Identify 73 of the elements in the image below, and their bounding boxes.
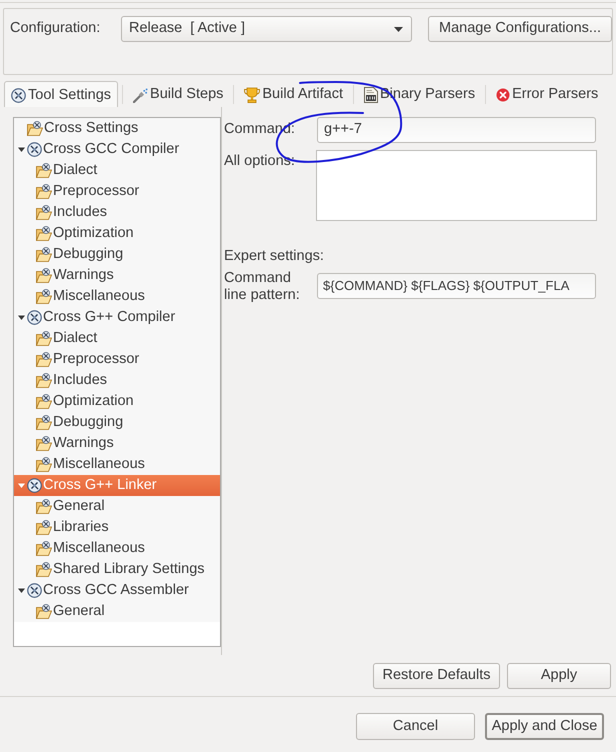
tree-item[interactable]: General (14, 601, 220, 622)
dialog-button[interactable]: Cancel (356, 713, 475, 740)
tree-item[interactable]: Debugging (14, 244, 220, 265)
tree-item[interactable]: Optimization (14, 391, 220, 412)
crossed-tools-icon (11, 88, 26, 103)
tree-item[interactable]: Cross G++ Compiler (14, 307, 220, 328)
tree-item[interactable]: Warnings (14, 433, 220, 454)
folder-icon (36, 184, 52, 199)
tab[interactable]: Tool Settings (4, 81, 118, 107)
folder-icon (36, 436, 52, 451)
all-options-field[interactable] (316, 150, 597, 221)
tree-item[interactable]: Miscellaneous (14, 538, 220, 559)
tree-item[interactable]: Optimization (14, 223, 220, 244)
manage-configurations-button[interactable]: Manage Configurations... (428, 16, 612, 42)
folder-icon (36, 604, 52, 619)
tree-item[interactable]: Shared Library Settings (14, 559, 220, 580)
command-line-pattern-label: Command line pattern: (224, 270, 301, 304)
folder-icon (27, 121, 43, 136)
tree-item[interactable]: Preprocessor (14, 349, 220, 370)
folder-icon (36, 499, 52, 514)
configuration-dropdown[interactable]: Release [ Active ] (121, 16, 412, 42)
all-options-label: All options: (224, 152, 296, 171)
tree-item[interactable]: Preprocessor (14, 181, 220, 202)
binary-document-icon (364, 87, 378, 103)
crossed-tools-icon (27, 142, 42, 157)
folder-icon (36, 415, 52, 430)
dialog-button[interactable]: Restore Defaults (373, 663, 500, 689)
tree-item[interactable]: Miscellaneous (14, 286, 220, 307)
tab[interactable]: Build Artifact (238, 81, 349, 107)
configuration-label: Configuration: (10, 19, 102, 38)
command-line-pattern-field[interactable]: ${COMMAND} ${FLAGS} ${OUTPUT_FLA (317, 273, 596, 299)
folder-icon (36, 394, 52, 409)
tree-item[interactable]: Debugging (14, 412, 220, 433)
folder-icon (36, 205, 52, 220)
folder-icon (36, 247, 52, 262)
folder-icon (36, 562, 52, 577)
folder-icon (36, 520, 52, 535)
expand-triangle-icon[interactable] (18, 146, 25, 153)
trophy-icon (244, 87, 260, 103)
expert-settings-heading: Expert settings: (224, 248, 325, 265)
tree-item[interactable]: Cross GCC Compiler (14, 139, 220, 160)
folder-icon (36, 163, 52, 178)
tree-item[interactable]: Libraries (14, 517, 220, 538)
tree-item[interactable]: General (14, 496, 220, 517)
folder-icon (36, 352, 52, 367)
crossed-tools-icon (27, 310, 42, 325)
tree-item[interactable]: Warnings (14, 265, 220, 286)
tree-item[interactable]: Cross Settings (14, 118, 220, 139)
folder-icon (36, 373, 52, 388)
wand-icon (133, 88, 148, 102)
expand-triangle-icon[interactable] (18, 314, 25, 321)
crossed-tools-icon (27, 478, 42, 493)
tree-item[interactable]: Cross GCC Assembler (14, 580, 220, 601)
dialog-button[interactable]: Apply (507, 663, 611, 689)
command-field[interactable]: g++-7 (317, 117, 596, 143)
dialog-button[interactable]: Apply and Close (485, 713, 604, 740)
tree-item[interactable]: Includes (14, 202, 220, 223)
crossed-tools-icon (27, 583, 42, 598)
caret-icon (394, 26, 403, 32)
folder-icon (36, 268, 52, 283)
folder-icon (36, 289, 52, 304)
expand-triangle-icon[interactable] (18, 587, 25, 594)
folder-icon (36, 457, 52, 472)
tree-item[interactable]: Dialect (14, 328, 220, 349)
tab[interactable]: Build Steps (127, 81, 230, 107)
tab[interactable]: Error Parsers (490, 81, 604, 107)
tree-item[interactable]: Miscellaneous (14, 454, 220, 475)
folder-icon (36, 541, 52, 556)
folder-icon (36, 331, 52, 346)
folder-icon (36, 226, 52, 241)
error-icon (496, 88, 510, 102)
tree-item[interactable]: Includes (14, 370, 220, 391)
tree-item[interactable]: Dialect (14, 160, 220, 181)
